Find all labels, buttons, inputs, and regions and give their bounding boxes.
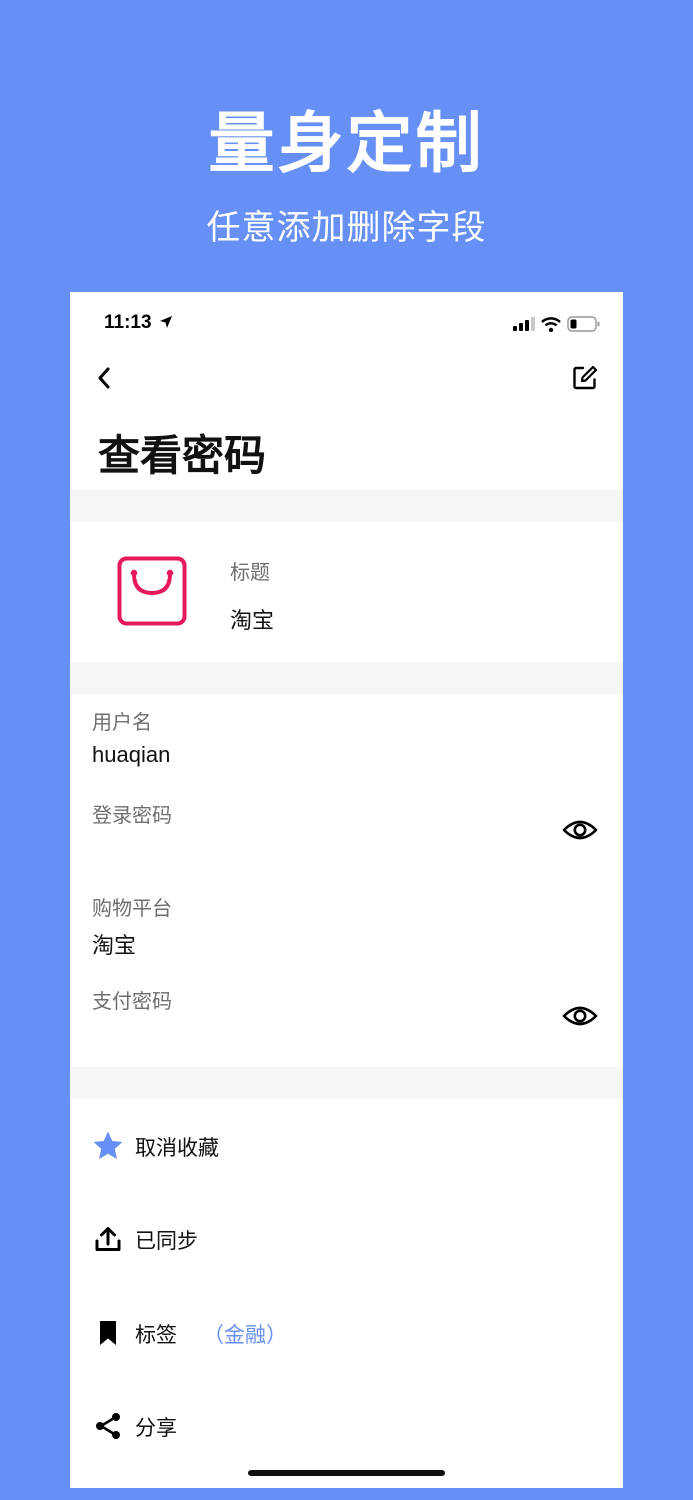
toggle-password-visibility-button[interactable] xyxy=(560,1001,600,1031)
field-value[interactable]: huaqian xyxy=(92,742,170,768)
promo-headline: 量身定制 xyxy=(208,105,485,182)
unfavorite-label: 取消收藏 xyxy=(135,1136,219,1160)
section-divider xyxy=(70,490,623,522)
section-divider xyxy=(70,662,623,694)
field-username: 用户名 huaqian xyxy=(70,694,623,787)
toggle-password-visibility-button[interactable] xyxy=(560,815,600,845)
promo-subline: 任意添加删除字段 xyxy=(206,208,487,248)
phone-screen: 11:13 查看密码 标题 淘宝 用户名 huaqian 登录密码 购物平台 淘… xyxy=(70,292,623,1488)
back-button[interactable] xyxy=(84,358,124,398)
edit-icon xyxy=(573,365,598,390)
field-label: 购物平台 xyxy=(92,896,172,920)
field-label: 支付密码 xyxy=(92,989,172,1013)
page-title: 查看密码 xyxy=(98,431,267,480)
share-label: 分享 xyxy=(135,1416,177,1440)
eye-icon xyxy=(562,820,598,840)
entry-title-value: 淘宝 xyxy=(230,609,275,634)
unfavorite-button[interactable]: 取消收藏 xyxy=(70,1116,623,1176)
status-time: 11:13 xyxy=(104,312,173,334)
home-indicator[interactable] xyxy=(248,1470,445,1476)
chevron-left-icon xyxy=(98,367,110,389)
sync-label: 已同步 xyxy=(135,1229,198,1253)
upload-icon xyxy=(92,1223,124,1255)
tag-chip[interactable]: （金融） xyxy=(203,1319,287,1349)
entry-title-label: 标题 xyxy=(230,560,270,584)
share-icon xyxy=(92,1410,124,1442)
battery-icon xyxy=(567,316,600,332)
field-payment-password: 支付密码 xyxy=(70,973,623,1066)
section-divider xyxy=(70,1067,623,1099)
signal-icon xyxy=(513,317,535,331)
shopping-bag-icon xyxy=(117,556,187,626)
wifi-icon xyxy=(541,316,561,332)
share-button[interactable]: 分享 xyxy=(70,1396,623,1456)
status-indicators xyxy=(513,314,601,334)
bookmark-icon xyxy=(92,1317,124,1349)
tags-button[interactable]: 标签 （金融） xyxy=(70,1303,623,1363)
edit-button[interactable] xyxy=(565,358,605,398)
sync-button[interactable]: 已同步 xyxy=(70,1209,623,1269)
status-time-text: 11:13 xyxy=(104,312,152,333)
field-label: 用户名 xyxy=(92,710,152,734)
entry-header: 标题 淘宝 xyxy=(70,522,623,662)
field-label: 登录密码 xyxy=(92,803,172,827)
tags-label: 标签 xyxy=(135,1323,177,1347)
field-login-password: 登录密码 xyxy=(70,787,623,880)
field-value[interactable]: 淘宝 xyxy=(92,928,136,960)
field-shopping-platform: 购物平台 淘宝 xyxy=(70,880,623,973)
eye-icon xyxy=(562,1006,598,1026)
star-icon xyxy=(92,1130,124,1162)
location-arrow-icon xyxy=(159,316,172,328)
